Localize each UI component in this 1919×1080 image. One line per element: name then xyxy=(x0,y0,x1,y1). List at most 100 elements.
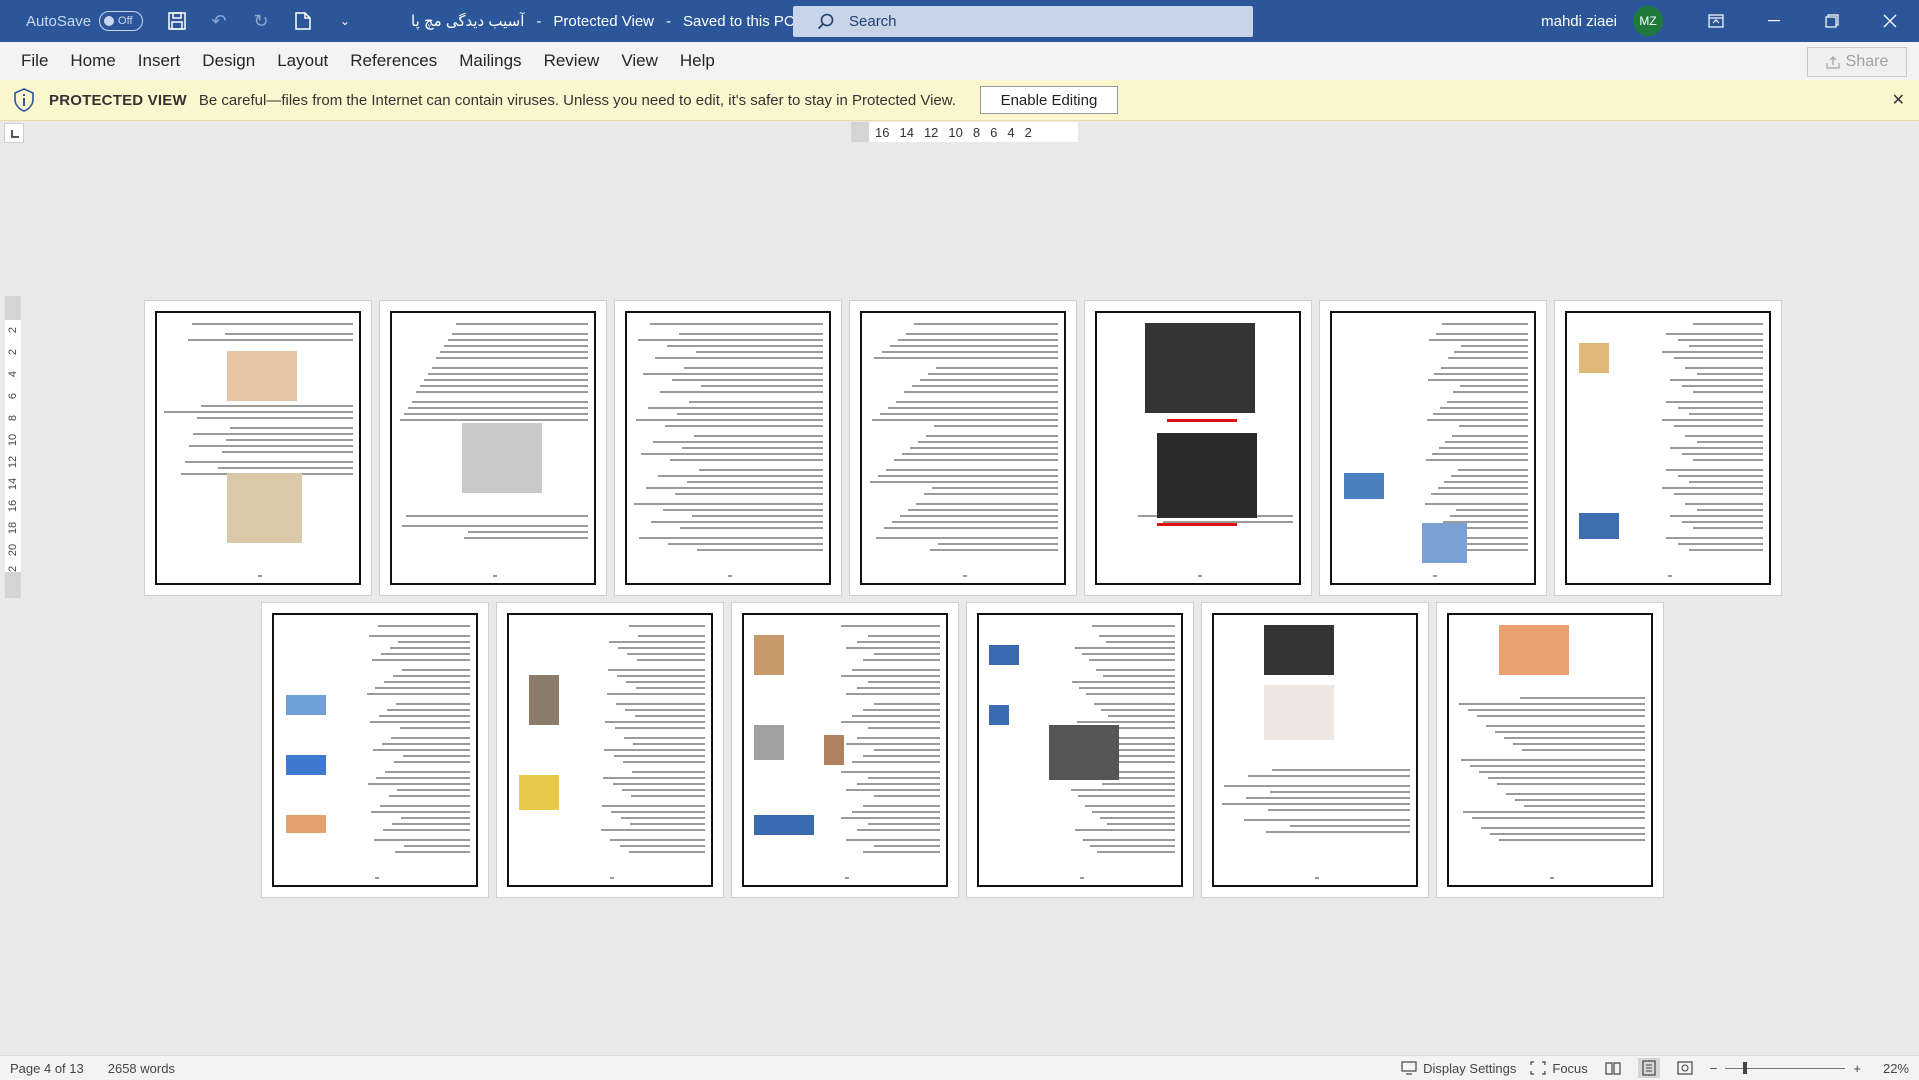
text-line xyxy=(1504,737,1645,739)
tab-file[interactable]: File xyxy=(10,51,59,71)
customize-qat-icon[interactable]: ⌄ xyxy=(333,9,357,33)
undo-icon[interactable]: ↶ xyxy=(207,9,231,33)
text-line xyxy=(1693,323,1763,325)
text-line xyxy=(898,339,1058,341)
autosave-toggle[interactable]: Off xyxy=(99,11,144,31)
page-thumbnail[interactable] xyxy=(1201,602,1429,898)
tab-mailings[interactable]: Mailings xyxy=(448,51,532,71)
tab-selector[interactable] xyxy=(4,123,24,143)
text-line xyxy=(1447,401,1528,403)
text-line xyxy=(428,373,588,375)
zoom-thumb[interactable] xyxy=(1743,1061,1748,1074)
focus-button[interactable]: Focus xyxy=(1530,1061,1588,1076)
illustration xyxy=(754,635,784,675)
document-title[interactable]: آسیب دیدگی مچ پا - Protected View - Save… xyxy=(411,12,818,31)
text-line xyxy=(1434,373,1528,375)
display-settings-button[interactable]: Display Settings xyxy=(1401,1061,1516,1076)
page-thumbnail[interactable] xyxy=(496,602,724,898)
page-thumbnail[interactable] xyxy=(966,602,1194,898)
illustration xyxy=(1264,685,1334,740)
text-line xyxy=(1108,715,1175,717)
enable-editing-button[interactable]: Enable Editing xyxy=(979,86,1118,114)
avatar[interactable]: MZ xyxy=(1633,6,1663,36)
text-line xyxy=(639,537,823,539)
text-line xyxy=(874,795,940,797)
text-line xyxy=(401,817,470,819)
close-bar-icon[interactable]: ✕ xyxy=(1892,90,1905,110)
tab-design[interactable]: Design xyxy=(191,51,266,71)
page-thumbnail[interactable] xyxy=(1319,300,1547,596)
new-document-icon[interactable] xyxy=(291,9,315,33)
page-thumbnail[interactable] xyxy=(261,602,489,898)
page-thumbnail[interactable] xyxy=(614,300,842,596)
read-mode-icon[interactable] xyxy=(1602,1058,1624,1078)
tab-view[interactable]: View xyxy=(610,51,669,71)
zoom-slider[interactable]: − + xyxy=(1710,1061,1861,1076)
illustration xyxy=(1344,473,1384,499)
page-number xyxy=(1315,877,1319,879)
text-line xyxy=(424,379,588,381)
text-line xyxy=(1678,407,1763,409)
tab-references[interactable]: References xyxy=(339,51,448,71)
text-line xyxy=(841,771,940,773)
text-line xyxy=(1453,391,1528,393)
text-line xyxy=(894,459,1058,461)
restore-icon[interactable] xyxy=(1803,0,1861,42)
text-line xyxy=(852,715,940,717)
text-line xyxy=(651,521,823,523)
page-thumbnail[interactable] xyxy=(1554,300,1782,596)
tab-home[interactable]: Home xyxy=(59,51,126,71)
user-name[interactable]: mahdi ziaei xyxy=(1541,13,1617,30)
page-info[interactable]: Page 4 of 13 xyxy=(10,1061,84,1076)
text-line xyxy=(624,737,705,739)
text-line xyxy=(846,647,940,649)
text-line xyxy=(420,385,588,387)
tab-review[interactable]: Review xyxy=(533,51,611,71)
page-number xyxy=(1080,877,1084,879)
close-icon[interactable] xyxy=(1861,0,1919,42)
text-line xyxy=(456,323,588,325)
text-line xyxy=(1268,809,1410,811)
ruler-tick-label: 6 xyxy=(990,124,998,140)
illustration xyxy=(1049,725,1119,780)
text-line xyxy=(436,357,588,359)
page-thumbnail[interactable] xyxy=(379,300,607,596)
zoom-level[interactable]: 22% xyxy=(1883,1061,1909,1076)
horizontal-ruler[interactable]: 16 14 12 10 8 6 4 2 xyxy=(851,122,1078,142)
word-count[interactable]: 2658 words xyxy=(108,1061,175,1076)
share-button[interactable]: Share xyxy=(1807,47,1907,77)
vertical-ruler[interactable]: 2246810121416182022 xyxy=(5,296,21,598)
text-line xyxy=(631,795,705,797)
text-line xyxy=(1685,435,1763,437)
save-icon[interactable] xyxy=(165,9,189,33)
zoom-out-icon[interactable]: − xyxy=(1710,1061,1718,1076)
page-thumbnail[interactable] xyxy=(1084,300,1312,596)
text-line xyxy=(675,493,823,495)
text-line xyxy=(1456,509,1528,511)
tab-help[interactable]: Help xyxy=(669,51,726,71)
page-thumbnail[interactable] xyxy=(1436,602,1664,898)
text-line xyxy=(381,653,470,655)
status-bar: Page 4 of 13 2658 words Display Settings… xyxy=(0,1055,1919,1080)
tab-insert[interactable]: Insert xyxy=(127,51,192,71)
web-layout-icon[interactable] xyxy=(1674,1058,1696,1078)
minimize-icon[interactable] xyxy=(1745,0,1803,42)
page-thumbnail[interactable] xyxy=(144,300,372,596)
search-icon xyxy=(817,13,834,29)
ribbon-display-options-icon[interactable] xyxy=(1687,0,1745,42)
print-layout-icon[interactable] xyxy=(1637,1058,1660,1078)
text-line xyxy=(1689,413,1763,415)
redo-icon[interactable]: ↻ xyxy=(249,9,273,33)
page-thumbnail[interactable] xyxy=(849,300,1077,596)
page-thumbnail[interactable] xyxy=(731,602,959,898)
search-box[interactable]: Search xyxy=(793,6,1253,37)
autosave[interactable]: AutoSave Off xyxy=(26,11,144,31)
text-line xyxy=(1224,785,1410,787)
tab-layout[interactable]: Layout xyxy=(266,51,339,71)
text-line xyxy=(841,721,940,723)
text-line xyxy=(638,339,823,341)
text-line xyxy=(385,771,470,773)
text-line xyxy=(1662,351,1763,353)
text-line xyxy=(1670,379,1763,381)
zoom-in-icon[interactable]: + xyxy=(1853,1061,1861,1076)
